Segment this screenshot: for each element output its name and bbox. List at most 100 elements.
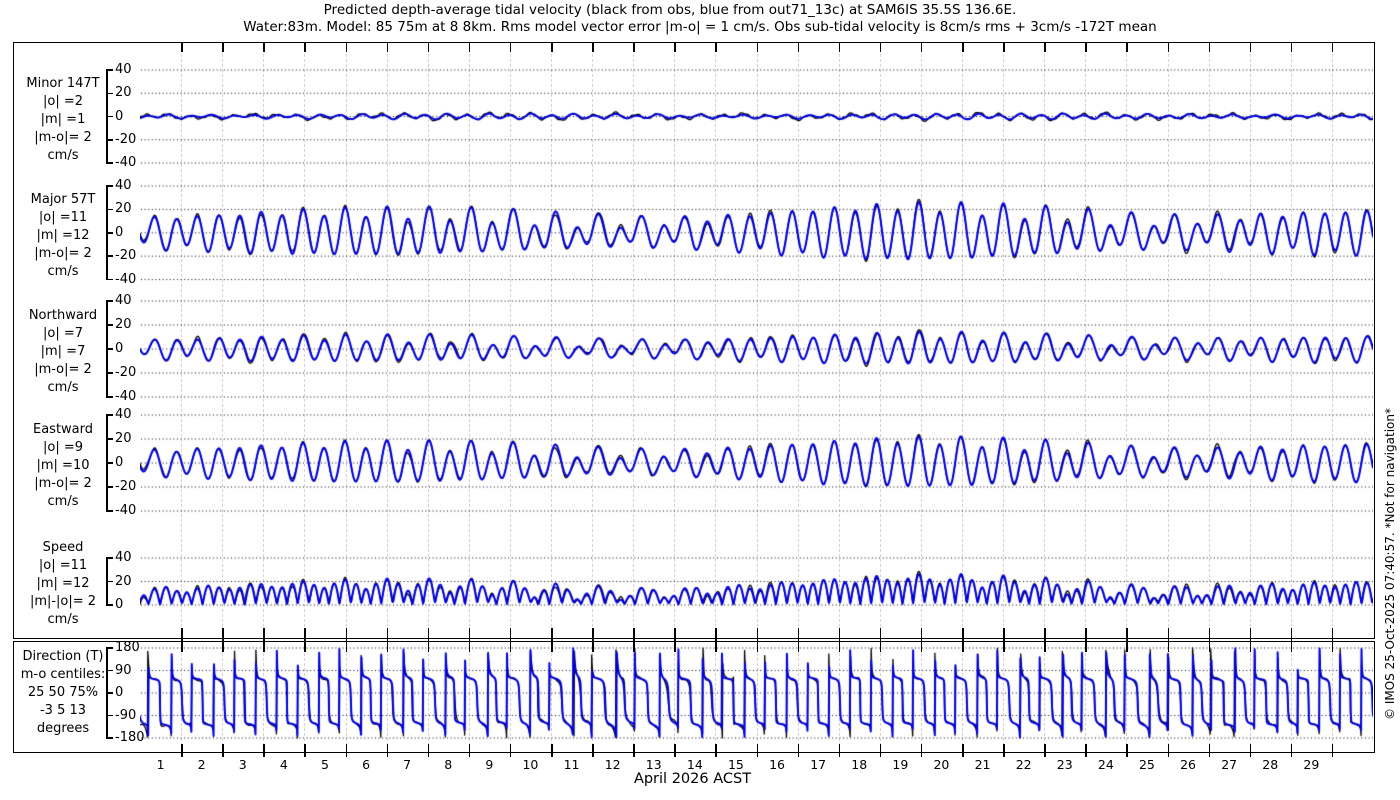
- y-axis-tick: [106, 279, 113, 281]
- y-axis-tick: [106, 348, 113, 350]
- credit-vertical-text: © IMOS 25-Oct-2025 07:40:57. *Not for na…: [1383, 379, 1397, 749]
- y-axis-tick: [106, 93, 113, 95]
- panel-label-line: |m| =1: [10, 111, 116, 129]
- y-tick-label: 0: [115, 225, 123, 240]
- day-label: 28: [1262, 757, 1278, 772]
- day-label: 22: [1016, 757, 1032, 772]
- panel-label-line: |m|-|o|= 2: [10, 593, 116, 611]
- day-tick-mark: [839, 43, 841, 52]
- panel-label-line: |m| =10: [10, 457, 116, 475]
- day-tick-mark: [263, 43, 265, 52]
- y-axis-tick: [106, 255, 113, 257]
- panel-label-line: |m-o|= 2: [10, 245, 116, 263]
- y-tick-label: 40: [115, 178, 132, 193]
- day-label: 11: [564, 757, 580, 772]
- panel-label-line: Northward: [10, 307, 116, 325]
- y-tick-label: 40: [115, 550, 132, 565]
- day-tick-mark: [1250, 43, 1252, 52]
- panel-label-speed: Speed|o| =11|m| =12|m|-|o|= 2cm/s: [10, 539, 116, 629]
- day-tick-mark: [1168, 43, 1170, 52]
- panel-label-eastward: Eastward|o| =9|m| =10|m-o|= 2cm/s: [10, 421, 116, 511]
- panel-plot-direction: [140, 644, 1373, 748]
- day-tick-mark: [181, 43, 183, 52]
- day-label: 13: [646, 757, 662, 772]
- day-tick-mark: [428, 43, 430, 52]
- day-tick-mark: [962, 43, 964, 52]
- panel-label-line: |m-o|= 2: [10, 129, 116, 147]
- panel-plot-major: [140, 174, 1373, 288]
- y-axis-tick: [106, 185, 113, 187]
- day-tick-mark: [1291, 43, 1293, 52]
- panel-plot-eastward: [140, 405, 1373, 519]
- y-axis-tick: [106, 69, 113, 71]
- panel-label-minor: Minor 147T|o| =2|m| =1|m-o|= 2cm/s: [10, 75, 116, 165]
- y-axis-tick: [106, 486, 113, 488]
- y-axis-tick: [106, 670, 113, 672]
- day-label: 19: [892, 757, 908, 772]
- panel-label-line: Major 57T: [10, 191, 116, 209]
- y-tick-label: 90: [115, 663, 132, 678]
- panel-label-line: Direction (T): [10, 648, 116, 666]
- y-axis-tick: [106, 604, 113, 606]
- y-tick-label: -40: [115, 272, 136, 287]
- day-label: 27: [1221, 757, 1237, 772]
- panel-label-line: -3 5 13: [10, 702, 116, 720]
- y-tick-label: -40: [115, 389, 136, 404]
- y-tick-label: 40: [115, 62, 132, 77]
- panel-plot-minor: [140, 58, 1373, 170]
- day-label: 5: [321, 757, 329, 772]
- y-tick-label: 20: [115, 317, 132, 332]
- day-label: 26: [1180, 757, 1196, 772]
- day-label: 4: [280, 757, 288, 772]
- y-tick-label: 0: [115, 597, 123, 612]
- day-tick-mark: [551, 43, 553, 52]
- day-tick-mark: [1044, 43, 1046, 52]
- y-tick-label: 40: [115, 293, 132, 308]
- y-axis-tick: [106, 372, 113, 374]
- y-tick-label: 0: [115, 109, 123, 124]
- day-label: 3: [239, 757, 247, 772]
- day-label: 10: [522, 757, 538, 772]
- y-axis-tick: [106, 300, 113, 302]
- day-tick-mark: [674, 43, 676, 52]
- day-tick-mark: [592, 43, 594, 52]
- day-label: 7: [403, 757, 411, 772]
- day-label: 17: [810, 757, 826, 772]
- panel-label-line: cm/s: [10, 379, 116, 397]
- day-tick-mark: [757, 43, 759, 52]
- day-tick-mark: [346, 43, 348, 52]
- y-tick-label: 180: [115, 640, 140, 655]
- y-axis-tick: [106, 232, 113, 234]
- day-tick-mark: [633, 43, 635, 52]
- tidal-velocity-figure: Predicted depth-average tidal velocity (…: [0, 0, 1400, 800]
- y-axis-tick: [106, 581, 113, 583]
- day-tick-mark: [1209, 43, 1211, 52]
- panel-label-northward: Northward|o| =7|m| =7|m-o|= 2cm/s: [10, 307, 116, 397]
- y-tick-label: 40: [115, 407, 132, 422]
- day-tick-mark: [222, 43, 224, 52]
- y-axis-tick: [106, 324, 113, 326]
- panel-label-line: Eastward: [10, 421, 116, 439]
- panel-plot-northward: [140, 291, 1373, 405]
- y-tick-label: 20: [115, 574, 132, 589]
- y-axis-tick: [106, 647, 113, 649]
- day-label: 15: [728, 757, 744, 772]
- panel-label-direction: Direction (T)m-o centiles:25 50 75%-3 5 …: [10, 648, 116, 738]
- y-axis-tick: [106, 715, 113, 717]
- day-label: 21: [975, 757, 991, 772]
- figure-title: Predicted depth-average tidal velocity (…: [0, 2, 1340, 18]
- day-label: 24: [1098, 757, 1114, 772]
- day-tick-mark: [469, 43, 471, 52]
- panel-label-line: |o| =11: [10, 557, 116, 575]
- panel-label-line: Speed: [10, 539, 116, 557]
- day-tick-mark: [798, 43, 800, 52]
- day-label: 20: [933, 757, 949, 772]
- day-label: 16: [769, 757, 785, 772]
- day-tick-mark: [1126, 43, 1128, 52]
- y-tick-label: -40: [115, 503, 136, 518]
- x-axis-title: April 2026 ACST: [0, 771, 1385, 787]
- panel-label-line: cm/s: [10, 263, 116, 281]
- y-tick-label: 20: [115, 202, 132, 217]
- day-tick-mark: [304, 43, 306, 52]
- panel-label-line: Minor 147T: [10, 75, 116, 93]
